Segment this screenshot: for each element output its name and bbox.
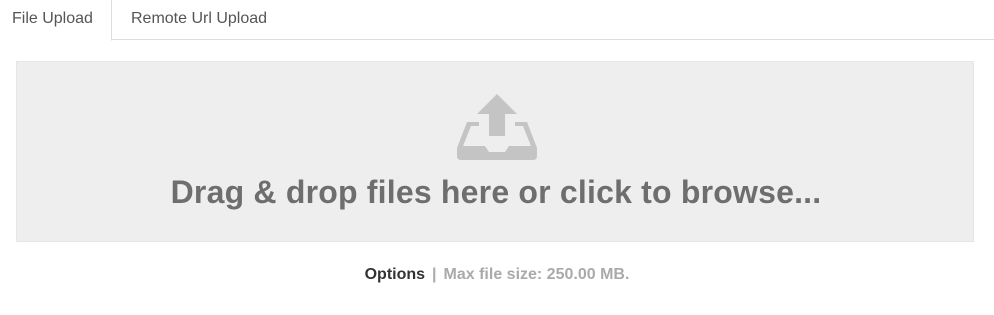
tab-file-upload[interactable]: File Upload: [0, 0, 112, 41]
footer-separator: |: [432, 266, 437, 283]
upload-tabs: File Upload Remote Url Upload: [0, 0, 994, 41]
upload-tray-icon: [457, 94, 537, 160]
max-file-size-text: Max file size: 250.00 MB.: [443, 266, 630, 283]
options-link[interactable]: Options: [365, 266, 425, 283]
dropzone-message: Drag & drop files here or click to brows…: [170, 174, 822, 210]
file-dropzone[interactable]: Drag & drop files here or click to brows…: [16, 61, 974, 242]
tab-remote-url-upload[interactable]: Remote Url Upload: [131, 0, 267, 41]
upload-footer: Options | Max file size: 250.00 MB.: [0, 266, 994, 284]
upload-page: File Upload Remote Url Upload Drag & dro…: [0, 0, 994, 315]
